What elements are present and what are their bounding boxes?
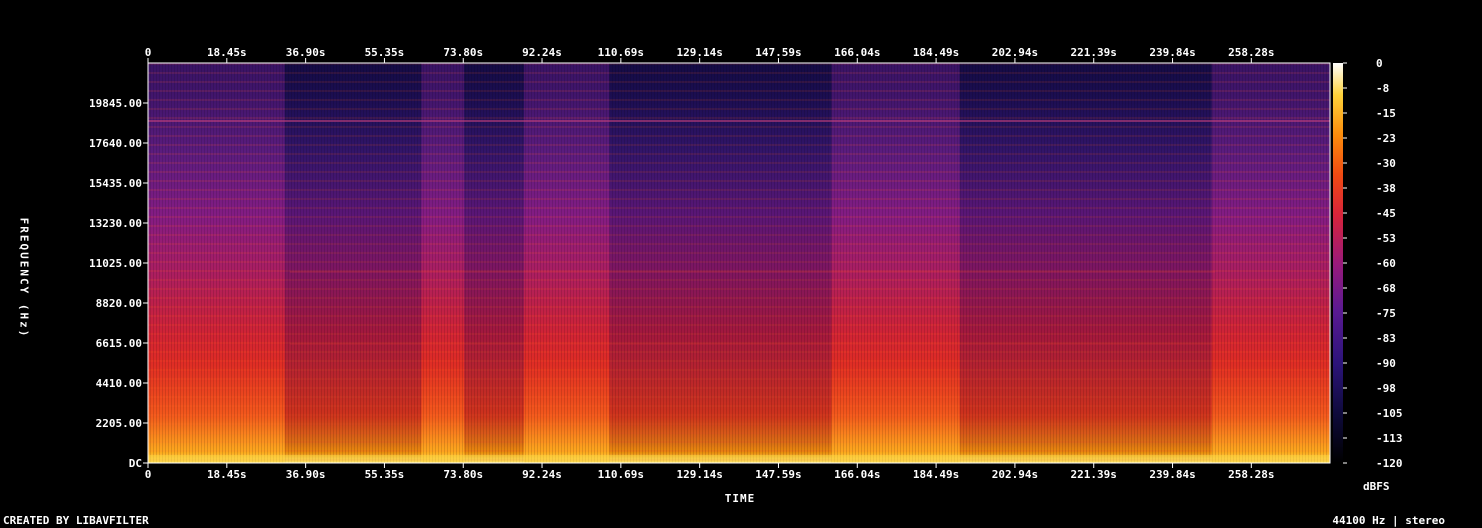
- plot-area: [147, 62, 1331, 464]
- x-tick-label: 55.35s: [365, 468, 405, 481]
- colorbar-tick-label: -38: [1376, 182, 1396, 195]
- y-tick-label: 2205.00: [96, 417, 142, 430]
- colorbar-tick-label: -53: [1376, 232, 1396, 245]
- colorbar: 0 -8 -15 -23 -30 -38 -45 -53 -60 -68 -75 -83 -90 -98 -…: [1333, 57, 1403, 470]
- x-tick-label: 55.35s: [365, 46, 405, 59]
- x-tick-label: 129.14s: [676, 46, 722, 59]
- x-tick-label: 36.90s: [286, 46, 326, 59]
- x-tick-label: 184.49s: [913, 468, 959, 481]
- x-tick-label: 18.45s: [207, 46, 247, 59]
- y-tick-label: 11025.00: [89, 257, 142, 270]
- x-axis-label: TIME: [724, 492, 756, 505]
- x-tick-label: 110.69s: [598, 468, 644, 481]
- colorbar-tick-label: 0: [1376, 57, 1383, 70]
- y-tick-label: 6615.00: [96, 337, 142, 350]
- x-tick-label: 0: [145, 468, 152, 481]
- y-tick-label: 17640.00: [89, 137, 142, 150]
- colorbar-tick-label: -30: [1376, 157, 1396, 170]
- colorbar-tick-label: -8: [1376, 82, 1389, 95]
- colorbar-unit-label: dBFS: [1363, 480, 1390, 493]
- footer-audio-info: 44100 Hz | stereo: [1332, 514, 1445, 527]
- colorbar-tick-label: -75: [1376, 307, 1396, 320]
- y-tick-label: 13230.00: [89, 217, 142, 230]
- x-tick-label: 18.45s: [207, 468, 247, 481]
- x-tick-label: 258.28s: [1228, 468, 1274, 481]
- footer-credit: CREATED BY LIBAVFILTER: [3, 514, 149, 527]
- x-axis-top: 0 18.45s 36.90s 55.35s 73.80s 92.24s 110.69s 12…: [145, 46, 1274, 63]
- x-tick-label: 147.59s: [755, 468, 801, 481]
- colorbar-tick-label: -120: [1376, 457, 1403, 470]
- x-axis-bottom: 0 18.45s 36.90s 55.35s 73.80s 92.24s 110.69s 12…: [145, 463, 1274, 481]
- x-tick-label: 36.90s: [286, 468, 326, 481]
- x-tick-label: 239.84s: [1149, 468, 1195, 481]
- y-axis-label: FREQUENCY (Hz): [17, 217, 31, 339]
- x-tick-label: 110.69s: [598, 46, 644, 59]
- colorbar-tick-label: -90: [1376, 357, 1396, 370]
- spectrogram-chart: 0 18.45s 36.90s 55.35s 73.80s 92.24s 110.69s 12…: [89, 46, 1403, 481]
- colorbar-tick-label: -68: [1376, 282, 1396, 295]
- x-tick-label: 0: [145, 46, 152, 59]
- y-axis: DC 2205.00 4410.00 6615.00 8820.00 11025.00 13…: [89, 97, 148, 470]
- y-tick-label: 8820.00: [96, 297, 142, 310]
- dc-band: [148, 455, 1330, 463]
- x-tick-label: 221.39s: [1071, 46, 1117, 59]
- x-tick-label: 239.84s: [1149, 46, 1195, 59]
- colorbar-tick-label: -98: [1376, 382, 1396, 395]
- x-tick-label: 129.14s: [676, 468, 722, 481]
- x-tick-label: 184.49s: [913, 46, 959, 59]
- colorbar-tick-label: -15: [1376, 107, 1396, 120]
- x-tick-label: 92.24s: [522, 46, 562, 59]
- colorbar-tick-label: -23: [1376, 132, 1396, 145]
- x-tick-label: 147.59s: [755, 46, 801, 59]
- y-axis-label-wrap: FREQUENCY (Hz): [16, 208, 32, 348]
- y-tick-label: 19845.00: [89, 97, 142, 110]
- x-tick-label: 258.28s: [1228, 46, 1274, 59]
- colorbar-tick-label: -83: [1376, 332, 1396, 345]
- spectrogram-stripe-texture: [148, 63, 1330, 463]
- y-tick-label: 4410.00: [96, 377, 142, 390]
- x-tick-label: 166.04s: [834, 46, 880, 59]
- x-tick-label: 73.80s: [443, 468, 483, 481]
- x-tick-label: 92.24s: [522, 468, 562, 481]
- x-tick-label: 202.94s: [992, 46, 1038, 59]
- colorbar-tick-label: -105: [1376, 407, 1403, 420]
- x-tick-label: 73.80s: [443, 46, 483, 59]
- x-tick-label: 221.39s: [1071, 468, 1117, 481]
- x-tick-label: 166.04s: [834, 468, 880, 481]
- x-tick-label: 202.94s: [992, 468, 1038, 481]
- colorbar-tick-label: -45: [1376, 207, 1396, 220]
- colorbar-tick-label: -60: [1376, 257, 1396, 270]
- y-tick-label: DC: [129, 457, 142, 470]
- colorbar-gradient: [1333, 63, 1343, 463]
- y-tick-label: 15435.00: [89, 177, 142, 190]
- colorbar-tick-label: -113: [1376, 432, 1403, 445]
